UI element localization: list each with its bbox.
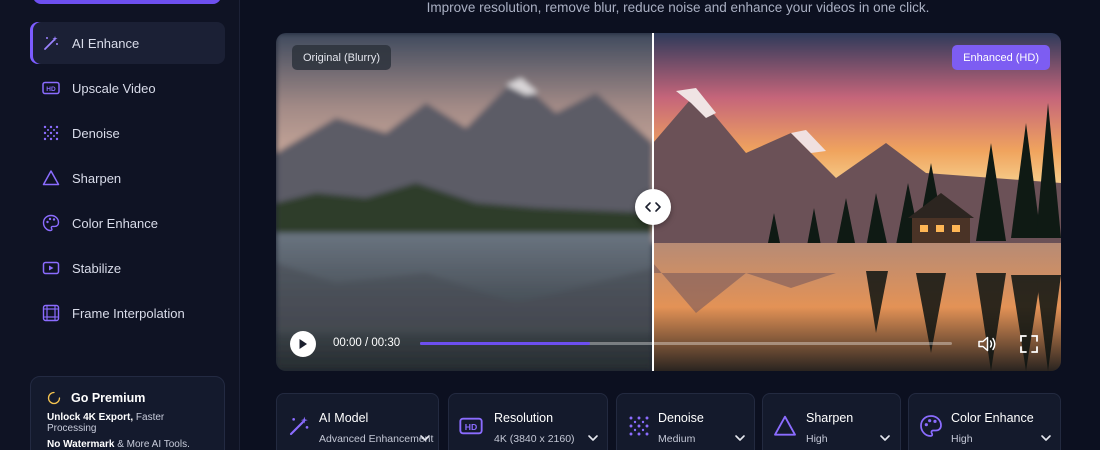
page-subtitle: Improve resolution, remove blur, reduce … — [426, 0, 930, 15]
comparison-video-player[interactable]: Original (Blurry) Enhanced (HD) 00:00 / … — [276, 33, 1061, 371]
setting-value: 4K (3840 x 2160) — [494, 433, 575, 445]
playback-time: 00:00 / 00:30 — [333, 337, 401, 349]
setting-resolution[interactable]: HD Resolution 4K (3840 x 2160) — [448, 393, 608, 450]
magic-wand-icon — [42, 34, 60, 52]
setting-value: High — [951, 433, 973, 445]
setting-value: High — [806, 433, 828, 445]
play-button[interactable] — [290, 331, 316, 357]
setting-title: Sharpen — [806, 411, 854, 425]
magic-wand-icon — [287, 414, 311, 438]
sidebar-item-ai-enhance[interactable]: AI Enhance — [30, 22, 225, 64]
triangle-icon — [42, 169, 60, 187]
sidebar: AI Enhance HD Upscale Video Denoise Shar… — [0, 0, 240, 450]
palette-icon — [42, 214, 60, 232]
setting-title: Denoise — [658, 411, 704, 425]
hd-icon: HD — [459, 414, 483, 438]
crown-icon — [47, 391, 61, 405]
sidebar-item-color-enhance[interactable]: Color Enhance — [30, 202, 225, 244]
triangle-icon — [773, 414, 797, 438]
svg-text:HD: HD — [46, 86, 56, 93]
sidebar-item-label: Stabilize — [72, 260, 122, 276]
setting-color-enhance[interactable]: Color Enhance High — [908, 393, 1061, 450]
sidebar-item-label: Frame Interpolation — [72, 305, 185, 321]
sidebar-item-label: AI Enhance — [72, 35, 140, 51]
premium-title: Go Premium — [47, 391, 208, 405]
setting-title: Color Enhance — [951, 411, 1034, 425]
sidebar-item-upscale-video[interactable]: HD Upscale Video — [30, 67, 225, 109]
setting-value: Advanced Enhancement — [319, 433, 434, 445]
sidebar-item-label: Sharpen — [72, 170, 122, 186]
dots-grid-icon — [627, 414, 651, 438]
palette-icon — [919, 414, 943, 438]
premium-card[interactable]: Go Premium Unlock 4K Export, Faster Proc… — [30, 376, 225, 450]
comparison-slider-handle[interactable] — [635, 189, 671, 225]
sidebar-item-label: Denoise — [72, 125, 120, 141]
setting-title: Resolution — [494, 411, 554, 425]
premium-line-2: No Watermark & More AI Tools. — [47, 439, 190, 450]
original-label: Original (Blurry) — [292, 45, 392, 70]
setting-ai-model[interactable]: AI Model Advanced Enhancement — [276, 393, 439, 450]
chevron-down-icon — [1040, 431, 1052, 443]
progress-track[interactable] — [420, 342, 952, 345]
setting-sharpen[interactable]: Sharpen High — [762, 393, 901, 450]
progress-fill — [420, 342, 591, 345]
fullscreen-icon[interactable] — [1018, 333, 1040, 355]
frames-icon — [42, 304, 60, 322]
chevron-down-icon — [879, 431, 891, 443]
sidebar-item-stabilize[interactable]: Stabilize — [30, 247, 225, 289]
chevron-down-icon — [587, 431, 599, 443]
chevron-down-icon — [734, 431, 746, 443]
dots-grid-icon — [42, 124, 60, 142]
setting-denoise[interactable]: Denoise Medium — [616, 393, 755, 450]
sidebar-item-label: Color Enhance — [72, 215, 158, 231]
hd-icon: HD — [42, 79, 60, 97]
sidebar-item-denoise[interactable]: Denoise — [30, 112, 225, 154]
sidebar-item-sharpen[interactable]: Sharpen — [30, 157, 225, 199]
volume-icon[interactable] — [976, 333, 998, 355]
play-icon — [298, 338, 308, 350]
chevron-down-icon — [419, 431, 431, 443]
new-project-button[interactable] — [33, 0, 221, 4]
setting-title: AI Model — [319, 411, 369, 425]
video-stabilize-icon — [42, 259, 60, 277]
setting-value: Medium — [658, 433, 696, 445]
sidebar-item-label: Upscale Video — [72, 80, 156, 96]
premium-line-1: Unlock 4K Export, Faster Processing — [47, 412, 165, 434]
chevrons-left-right-icon — [643, 201, 663, 213]
svg-text:HD: HD — [465, 422, 478, 432]
enhanced-label: Enhanced (HD) — [952, 45, 1050, 70]
sidebar-nav: AI Enhance HD Upscale Video Denoise Shar… — [30, 22, 225, 337]
sidebar-item-frame-interpolation[interactable]: Frame Interpolation — [30, 292, 225, 334]
